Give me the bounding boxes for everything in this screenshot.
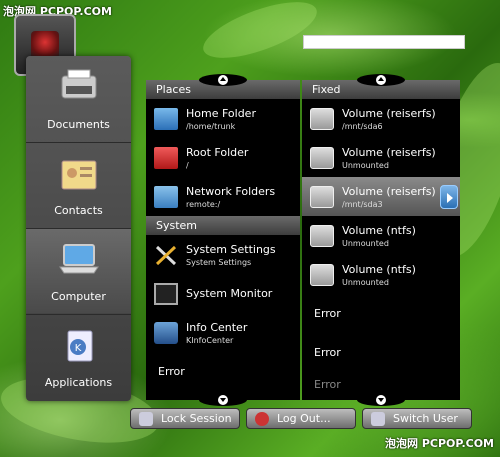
list-item-network-folders[interactable]: Network Folders remote:/: [146, 177, 300, 216]
lock-session-button[interactable]: Lock Session: [130, 408, 240, 429]
monitor-icon: [154, 282, 178, 305]
item-subtitle: Unmounted: [342, 160, 389, 170]
list-item-system-settings[interactable]: System Settings System Settings: [146, 235, 300, 274]
open-arrow-button[interactable]: [440, 185, 458, 209]
sidebar: Documents Contacts Computer K Applicatio…: [26, 56, 131, 401]
sidebar-item-contacts[interactable]: Contacts: [26, 142, 131, 227]
places-panel: Places Home Folder/home/trunk Root Folde…: [146, 74, 300, 406]
list-item-volume[interactable]: Volume (reiserfs) Unmounted: [302, 138, 460, 177]
item-subtitle: /: [186, 160, 189, 170]
lock-icon: [139, 411, 153, 426]
item-subtitle: /mnt/sda6: [342, 121, 383, 131]
list-item-volume-selected[interactable]: Volume (reiserfs)/mnt/sda3: [302, 177, 460, 216]
log-out-label: Log Out...: [277, 412, 331, 425]
item-title: Volume (reiserfs): [342, 184, 436, 198]
laptop-icon: [58, 244, 99, 274]
sidebar-item-label: Contacts: [54, 204, 103, 217]
item-subtitle: System Settings: [186, 257, 252, 267]
item-title: Info Center: [186, 320, 248, 334]
item-title: Volume (reiserfs): [342, 145, 436, 159]
sidebar-item-label: Applications: [44, 376, 113, 389]
list-item-info-center[interactable]: Info Center KInfoCenter: [146, 313, 300, 352]
item-subtitle: KInfoCenter: [186, 335, 234, 345]
info-center-icon: [154, 321, 178, 344]
chevron-up-icon: [376, 75, 386, 85]
scroll-up-button[interactable]: [357, 74, 405, 86]
item-title: Volume (ntfs): [342, 223, 416, 237]
item-subtitle: Unmounted: [342, 238, 389, 248]
item-title: System Settings: [186, 242, 276, 256]
switch-user-label: Switch User: [393, 412, 458, 425]
chevron-down-icon: [218, 395, 228, 405]
hard-disk-icon: [310, 263, 334, 286]
list-item-volume[interactable]: Volume (ntfs) Unmounted: [302, 216, 460, 255]
power-icon: [255, 411, 269, 426]
root-folder-icon: [154, 146, 178, 169]
item-title: Volume (reiserfs): [342, 106, 436, 120]
list-item-system-monitor[interactable]: System Monitor: [146, 274, 300, 313]
hard-disk-icon: [310, 185, 334, 208]
hard-disk-icon: [310, 146, 334, 169]
hard-disk-icon: [310, 107, 334, 130]
list-item-error: Error: [314, 346, 341, 359]
item-subtitle: /home/trunk: [186, 121, 236, 131]
fixed-panel: Fixed Volume (reiserfs)/mnt/sda6 Volume …: [302, 74, 460, 406]
item-title: System Monitor: [186, 287, 273, 300]
item-title: Home Folder: [186, 106, 256, 120]
svg-text:K: K: [74, 343, 81, 354]
applications-icon: K: [67, 330, 92, 362]
list-item-volume[interactable]: Volume (reiserfs)/mnt/sda6: [302, 99, 460, 138]
chevron-up-icon: [218, 75, 228, 85]
system-header: System: [146, 216, 300, 235]
list-item-volume[interactable]: Volume (ntfs) Unmounted: [302, 255, 460, 294]
network-folder-icon: [154, 185, 178, 208]
scroll-down-button[interactable]: [199, 394, 247, 406]
item-subtitle: remote:/: [186, 199, 221, 209]
sidebar-item-computer[interactable]: Computer: [26, 228, 131, 313]
scroll-up-button[interactable]: [199, 74, 247, 86]
sidebar-item-label: Documents: [47, 118, 110, 131]
home-folder-icon: [154, 107, 178, 130]
search-input[interactable]: [303, 35, 465, 49]
item-subtitle: /mnt/sda3: [342, 199, 383, 209]
sidebar-item-label: Computer: [51, 290, 106, 303]
item-title: Network Folders: [186, 184, 276, 198]
hard-disk-icon: [310, 224, 334, 247]
log-out-button[interactable]: Log Out...: [246, 408, 356, 429]
typewriter-icon: [61, 69, 96, 99]
settings-tools-icon: [155, 245, 177, 265]
contacts-icon: [61, 160, 96, 190]
switch-user-button[interactable]: Switch User: [362, 408, 472, 429]
list-item-error: Error: [158, 365, 185, 378]
chevron-down-icon: [376, 395, 386, 405]
sidebar-item-applications[interactable]: K Applications: [26, 314, 131, 399]
item-title: Root Folder: [186, 145, 249, 159]
switch-user-icon: [371, 411, 385, 426]
item-title: Volume (ntfs): [342, 262, 416, 276]
avatar-icon: [31, 31, 59, 59]
list-item-root-folder[interactable]: Root Folder /: [146, 138, 300, 177]
list-item-home-folder[interactable]: Home Folder/home/trunk: [146, 99, 300, 138]
lock-session-label: Lock Session: [161, 412, 232, 425]
sidebar-item-documents[interactable]: Documents: [26, 56, 131, 141]
item-subtitle: Unmounted: [342, 277, 389, 287]
list-item-error: Error: [314, 377, 341, 391]
scroll-down-button[interactable]: [357, 394, 405, 406]
watermark-bottom: 泡泡网 PCPOP.COM: [385, 437, 494, 450]
list-item-error: Error: [314, 307, 341, 320]
